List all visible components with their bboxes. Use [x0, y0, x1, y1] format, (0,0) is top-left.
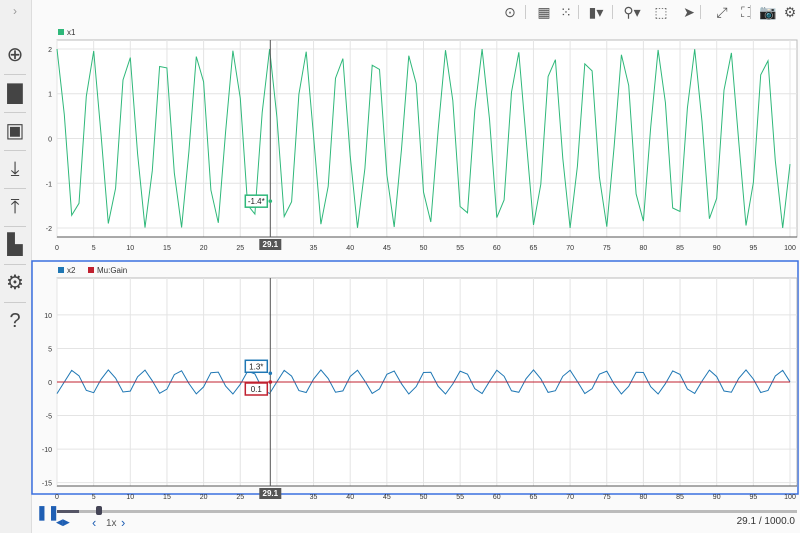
legend-label-x1: x1	[67, 28, 76, 37]
x-tick-label: 60	[493, 494, 501, 501]
x-tick-label: 65	[530, 494, 538, 501]
step-icon[interactable]: ◀▶	[56, 517, 70, 528]
x-tick-label: 65	[530, 245, 538, 252]
x-tick-label: 25	[236, 494, 244, 501]
y-tick-label: 10	[44, 313, 52, 320]
slower-button[interactable]: ‹	[92, 515, 96, 530]
y-tick-label: 5	[48, 346, 52, 353]
x-tick-label: 55	[456, 494, 464, 501]
x-tick-label: 60	[493, 245, 501, 252]
x-tick-label: 10	[126, 245, 134, 252]
cursor-time-label: 29.1	[263, 240, 279, 249]
x-tick-label: 45	[383, 245, 391, 252]
x-tick-label: 0	[55, 245, 59, 252]
legend-swatch-Mu:Gain	[88, 267, 94, 273]
x-tick-label: 45	[383, 494, 391, 501]
x-tick-label: 35	[310, 245, 318, 252]
x-tick-label: 100	[784, 494, 796, 501]
x-tick-label: 20	[200, 245, 208, 252]
y-tick-label: 2	[48, 47, 52, 54]
x-tick-label: 50	[420, 494, 428, 501]
x-tick-label: 35	[310, 494, 318, 501]
x-tick-label: 55	[456, 245, 464, 252]
x-tick-label: 25	[236, 245, 244, 252]
legend-label-x2: x2	[67, 266, 76, 275]
x-tick-label: 75	[603, 494, 611, 501]
x-tick-label: 85	[676, 494, 684, 501]
y-tick-label: -1	[46, 181, 52, 188]
legend-swatch-x2	[58, 267, 64, 273]
slider-thumb[interactable]	[95, 506, 102, 515]
x-tick-label: 95	[749, 494, 757, 501]
x-tick-label: 40	[346, 245, 354, 252]
x-tick-label: 15	[163, 494, 171, 501]
legend-swatch-x1	[58, 29, 64, 35]
cursor-value: 0.1	[251, 385, 263, 394]
cursor-point	[268, 380, 273, 384]
y-tick-label: -2	[46, 226, 52, 233]
y-tick-label: 1	[48, 92, 52, 99]
x-tick-label: 80	[640, 494, 648, 501]
cursor-value: -1.4*	[248, 197, 265, 206]
x-tick-label: 85	[676, 245, 684, 252]
x-tick-label: 90	[713, 494, 721, 501]
y-tick-label: 0	[48, 380, 52, 387]
x-tick-label: 95	[749, 245, 757, 252]
cursor-point	[268, 371, 273, 376]
x-tick-label: 70	[566, 245, 574, 252]
x-tick-label: 10	[126, 494, 134, 501]
y-tick-label: -5	[46, 414, 52, 421]
x-tick-label: 100	[784, 245, 796, 252]
x-tick-label: 0	[55, 494, 59, 501]
playback-slider[interactable]	[57, 506, 797, 515]
x-tick-label: 40	[346, 494, 354, 501]
faster-button[interactable]: ›	[121, 515, 125, 530]
x-tick-label: 20	[200, 494, 208, 501]
y-tick-label: -15	[42, 481, 52, 488]
x-tick-label: 70	[566, 494, 574, 501]
cursor-time-label: 29.1	[263, 489, 279, 498]
x-tick-label: 75	[603, 245, 611, 252]
legend-label-Mu:Gain: Mu:Gain	[97, 266, 127, 275]
speed-label: 1x	[106, 518, 117, 529]
x-tick-label: 50	[420, 245, 428, 252]
y-tick-label: -10	[42, 447, 52, 454]
cursor-value: 1.3*	[249, 362, 263, 371]
y-tick-label: 0	[48, 137, 52, 144]
x-tick-label: 5	[92, 494, 96, 501]
x-tick-label: 90	[713, 245, 721, 252]
cursor-point	[268, 199, 273, 203]
plots-area[interactable]: 0 5 10 15 20 25 35 40 45 50 55 60 65 70 75 80 85 90 95 100-…	[0, 0, 800, 533]
x-tick-label: 15	[163, 245, 171, 252]
x-tick-label: 5	[92, 245, 96, 252]
time-readout: 29.1 / 1000.0	[736, 516, 795, 527]
x-tick-label: 80	[640, 245, 648, 252]
